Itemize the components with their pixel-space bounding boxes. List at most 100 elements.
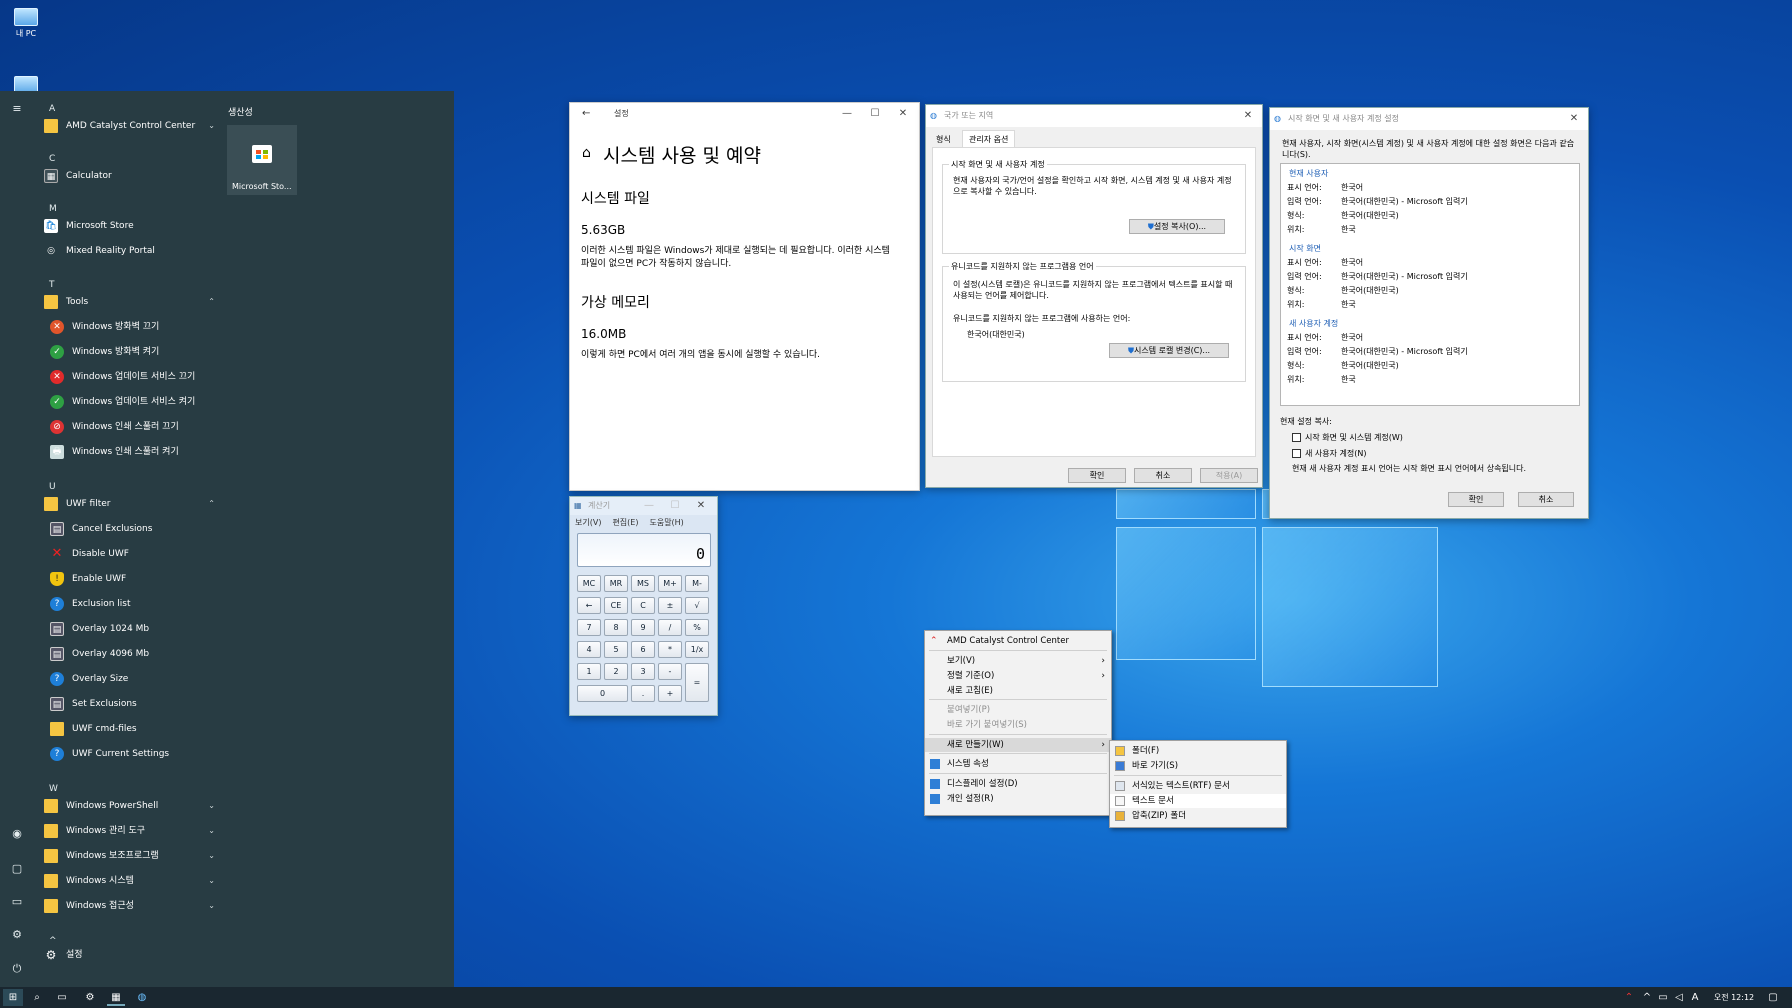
calculator-taskbar-icon[interactable]: ▦ — [107, 989, 125, 1006]
cancel-button[interactable]: 취소 — [1134, 468, 1192, 483]
start-item-update-off[interactable]: ✕ Windows 업데이트 서비스 끄기 — [46, 367, 221, 387]
context-menu-item[interactable]: 정렬 기준(O) › — [925, 669, 1111, 683]
calc-key[interactable]: 8 — [604, 619, 628, 636]
minimize-button[interactable]: — — [635, 497, 663, 515]
start-item-uwf-filter[interactable]: UWF filter ⌃ — [40, 494, 215, 514]
start-item-uwf-current-settings[interactable]: ? UWF Current Settings — [46, 744, 221, 764]
calc-key[interactable]: % — [685, 619, 709, 636]
calc-key[interactable]: 1 — [577, 663, 601, 680]
start-item-spooler-on[interactable]: 🖶 Windows 인쇄 스풀러 켜기 — [46, 442, 221, 462]
settings-listbox[interactable]: 현재 사용자 표시 언어: 한국어 입력 언어: 한국어(대한민국) - Microso… — [1280, 163, 1580, 406]
change-locale-button[interactable]: ⛊시스템 로캘 변경(C)... — [1109, 343, 1229, 358]
start-item-settings[interactable]: ⚙ 설정 — [40, 945, 215, 965]
start-button[interactable]: ⊞ — [3, 989, 23, 1006]
title-bar[interactable]: ◍ 국가 또는 지역 ✕ — [926, 105, 1262, 127]
start-item-disable-uwf[interactable]: ✕ Disable UWF — [46, 544, 221, 564]
start-item-admin-tools[interactable]: Windows 관리 도구 ⌄ — [40, 821, 215, 841]
menu-help[interactable]: 도움말(H) — [649, 518, 683, 527]
context-menu-item[interactable]: 새로 고침(E) — [925, 684, 1111, 698]
calc-key[interactable]: 6 — [631, 641, 655, 658]
start-item-enable-uwf[interactable]: ! Enable UWF — [46, 569, 221, 589]
group-letter[interactable]: M — [49, 204, 57, 214]
calc-key[interactable]: 1/x — [685, 641, 709, 658]
tray-amd-icon[interactable]: ⌃ — [1620, 989, 1638, 1006]
maximize-button[interactable]: ☐ — [661, 497, 689, 515]
calc-key[interactable]: √ — [685, 597, 709, 614]
start-item-accessibility[interactable]: Windows 접근성 ⌄ — [40, 896, 215, 916]
submenu-item[interactable]: 폴더(F) — [1110, 744, 1286, 758]
start-item-update-on[interactable]: ✓ Windows 업데이트 서비스 켜기 — [46, 392, 221, 412]
notification-icon[interactable]: ▢ — [1764, 989, 1782, 1006]
desktop-icon-this-pc[interactable]: 내 PC — [8, 8, 44, 39]
pictures-icon[interactable]: ▭ — [9, 894, 25, 910]
search-icon[interactable]: ⌕ — [28, 989, 46, 1006]
calc-key[interactable]: ± — [658, 597, 682, 614]
context-menu-item[interactable]: 디스플레이 설정(D) — [925, 777, 1111, 791]
calc-key[interactable]: 9 — [631, 619, 655, 636]
calc-key[interactable]: 0 — [577, 685, 628, 702]
close-button[interactable]: ✕ — [889, 103, 917, 125]
menu-edit[interactable]: 편집(E) — [612, 518, 638, 527]
ok-button[interactable]: 확인 — [1068, 468, 1126, 483]
group-letter[interactable]: T — [49, 280, 55, 290]
group-letter[interactable]: W — [49, 784, 58, 794]
gear-icon[interactable]: ⚙ — [81, 989, 99, 1006]
start-item-amd[interactable]: AMD Catalyst Control Center ⌄ — [40, 116, 215, 136]
submenu-item[interactable]: 서식있는 텍스트(RTF) 문서 — [1110, 779, 1286, 793]
menu-view[interactable]: 보기(V) — [575, 518, 601, 527]
user-icon[interactable]: ◉ — [9, 826, 25, 842]
group-letter[interactable]: A — [49, 104, 55, 114]
start-item-mixed-reality[interactable]: ◎ Mixed Reality Portal — [40, 241, 215, 261]
calc-key[interactable]: . — [631, 685, 655, 702]
maximize-button[interactable]: ☐ — [861, 103, 889, 125]
start-item-accessories[interactable]: Windows 보조프로그램 ⌄ — [40, 846, 215, 866]
power-icon[interactable]: ⏻ — [9, 961, 25, 977]
tab-admin-options[interactable]: 관리자 옵션 — [962, 130, 1016, 148]
start-item-powershell[interactable]: Windows PowerShell ⌄ — [40, 796, 215, 816]
calc-key[interactable]: 3 — [631, 663, 655, 680]
start-item-uwf-cmd-files[interactable]: UWF cmd-files — [46, 719, 221, 739]
start-item-overlay-1024[interactable]: ▤ Overlay 1024 Mb — [46, 619, 221, 639]
close-button[interactable]: ✕ — [687, 497, 715, 515]
checkbox-welcome[interactable]: 시작 화면 및 시스템 계정(W) — [1292, 432, 1572, 444]
calc-key[interactable]: M- — [685, 575, 709, 592]
region-taskbar-icon[interactable]: ◍ — [133, 989, 151, 1006]
calc-key[interactable]: - — [658, 663, 682, 680]
calc-key[interactable]: / — [658, 619, 682, 636]
calc-key[interactable]: = — [685, 663, 709, 702]
back-arrow-icon[interactable]: ← — [582, 103, 590, 125]
title-bar[interactable]: ← 설정 — ☐ ✕ — [570, 103, 919, 125]
calc-key[interactable]: 5 — [604, 641, 628, 658]
apply-button[interactable]: 적용(A) — [1200, 468, 1258, 483]
tray-clock[interactable]: 오전 12:12 — [1706, 989, 1762, 1006]
start-item-set-exclusions[interactable]: ▤ Set Exclusions — [46, 694, 221, 714]
context-menu-item[interactable]: 새로 만들기(W) › — [925, 738, 1111, 752]
title-bar[interactable]: ▦ 계산기 — ☐ ✕ — [570, 497, 717, 515]
pinned-group-header[interactable]: 생산성 — [228, 105, 253, 118]
submenu-item[interactable]: 텍스트 문서 — [1110, 794, 1286, 808]
calc-key[interactable]: MR — [604, 575, 628, 592]
calc-key[interactable]: M+ — [658, 575, 682, 592]
calc-key[interactable]: 2 — [604, 663, 628, 680]
cancel-button[interactable]: 취소 — [1518, 492, 1574, 507]
start-item-overlay-4096[interactable]: ▤ Overlay 4096 Mb — [46, 644, 221, 664]
close-button[interactable]: ✕ — [1234, 105, 1262, 127]
start-item-firewall-on[interactable]: ✓ Windows 방화벽 켜기 — [46, 342, 221, 362]
context-menu-item[interactable]: 바로 가기 붙여넣기(S) — [925, 718, 1111, 732]
start-item-firewall-off[interactable]: ✕ Windows 방화벽 끄기 — [46, 317, 221, 337]
store-tile[interactable]: Microsoft Sto... — [227, 125, 297, 195]
context-menu-item[interactable]: AMD Catalyst Control Center ⌃ — [925, 634, 1111, 648]
calc-key[interactable]: + — [658, 685, 682, 702]
submenu-item[interactable]: 압축(ZIP) 폴더 — [1110, 809, 1286, 823]
title-bar[interactable]: ◍ 시작 화면 및 새 사용자 계정 설정 ✕ — [1270, 108, 1588, 130]
hamburger-icon[interactable]: ≡ — [9, 101, 25, 117]
calc-key[interactable]: ← — [577, 597, 601, 614]
minimize-button[interactable]: — — [833, 103, 861, 125]
start-item-exclusion-list[interactable]: ? Exclusion list — [46, 594, 221, 614]
context-menu-item[interactable]: 붙여넣기(P) — [925, 703, 1111, 717]
gear-icon[interactable]: ⚙ — [9, 927, 25, 943]
calc-key[interactable]: MS — [631, 575, 655, 592]
start-item-calculator[interactable]: ▦ Calculator — [40, 166, 215, 186]
context-menu-item[interactable]: 개인 설정(R) — [925, 792, 1111, 806]
tab-format[interactable]: 형식 — [936, 134, 951, 145]
